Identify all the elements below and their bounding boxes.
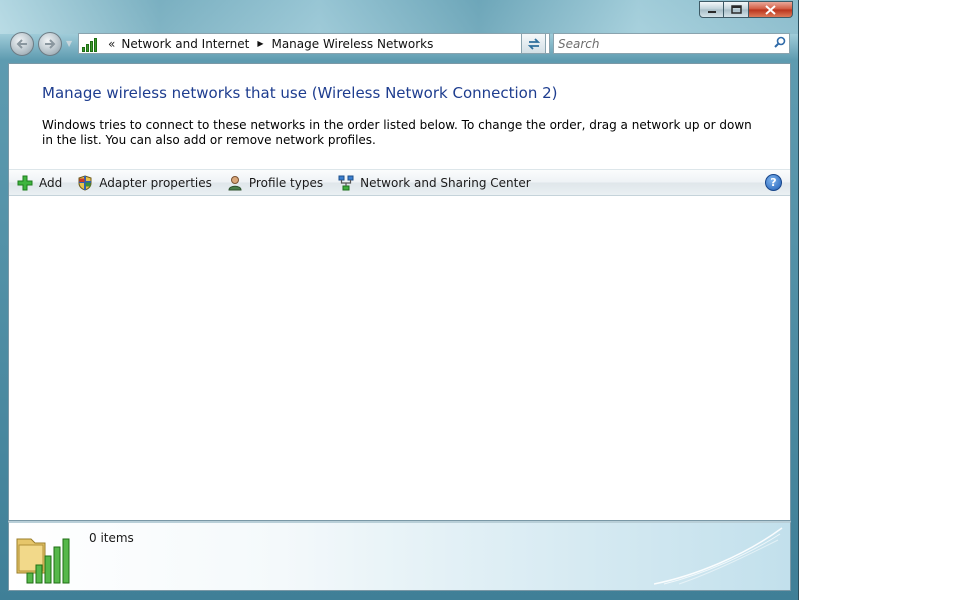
network-sharing-icon (338, 175, 354, 191)
network-and-sharing-center-label: Network and Sharing Center (360, 175, 531, 190)
network-signal-icon (82, 36, 100, 52)
page-description: Windows tries to connect to these networ… (42, 118, 752, 147)
maximize-icon (730, 5, 742, 14)
details-pane: 0 items (8, 521, 791, 591)
help-button[interactable]: ? (765, 174, 782, 191)
close-icon (765, 4, 776, 15)
add-icon (17, 175, 33, 191)
help-icon: ? (770, 176, 777, 189)
breadcrumb-separator-arrow-icon[interactable]: ▶ (257, 39, 263, 48)
shield-icon (77, 174, 93, 191)
content-pane: Manage wireless networks that use (Wirel… (8, 63, 791, 521)
breadcrumb-overflow[interactable]: « (108, 37, 115, 51)
profile-types-button[interactable]: Profile types (219, 170, 330, 195)
navigation-bar: ▼ « Network and Internet ▶ Manage Wirele… (8, 30, 790, 58)
add-label: Add (39, 175, 63, 190)
page-title: Manage wireless networks that use (Wirel… (42, 84, 558, 102)
breadcrumb-network-and-internet[interactable]: Network and Internet (121, 37, 249, 51)
refresh-button[interactable] (521, 33, 546, 54)
explorer-window: ▼ « Network and Internet ▶ Manage Wirele… (0, 0, 799, 600)
adapter-properties-label: Adapter properties (99, 175, 212, 190)
wireless-network-list[interactable] (9, 197, 790, 520)
search-icon[interactable] (771, 36, 789, 51)
back-arrow-icon (16, 39, 27, 49)
close-button[interactable] (749, 1, 793, 18)
refresh-icon (527, 37, 540, 50)
caption-buttons (699, 1, 793, 18)
profile-types-label: Profile types (248, 175, 324, 190)
adapter-properties-button[interactable]: Adapter properties (69, 170, 219, 195)
minimize-button[interactable] (699, 1, 724, 18)
back-button[interactable] (10, 32, 34, 56)
decorative-swoosh (654, 527, 783, 585)
recent-pages-dropdown[interactable]: ▼ (66, 39, 72, 48)
maximize-button[interactable] (724, 1, 749, 18)
forward-arrow-icon (45, 39, 56, 49)
minimize-icon (707, 10, 716, 13)
search-box[interactable] (553, 33, 790, 54)
breadcrumb-manage-wireless-networks[interactable]: Manage Wireless Networks (271, 37, 433, 51)
wireless-networks-folder-icon (16, 538, 70, 584)
add-button[interactable]: Add (9, 170, 69, 195)
address-bar[interactable]: « Network and Internet ▶ Manage Wireless… (78, 33, 550, 54)
network-and-sharing-center-button[interactable]: Network and Sharing Center (330, 170, 538, 195)
forward-button[interactable] (38, 32, 62, 56)
search-input[interactable] (554, 36, 771, 51)
user-profile-icon (227, 175, 243, 191)
item-count: 0 items (89, 531, 134, 545)
command-toolbar: Add Adapter properties Profile types Net… (9, 169, 790, 196)
